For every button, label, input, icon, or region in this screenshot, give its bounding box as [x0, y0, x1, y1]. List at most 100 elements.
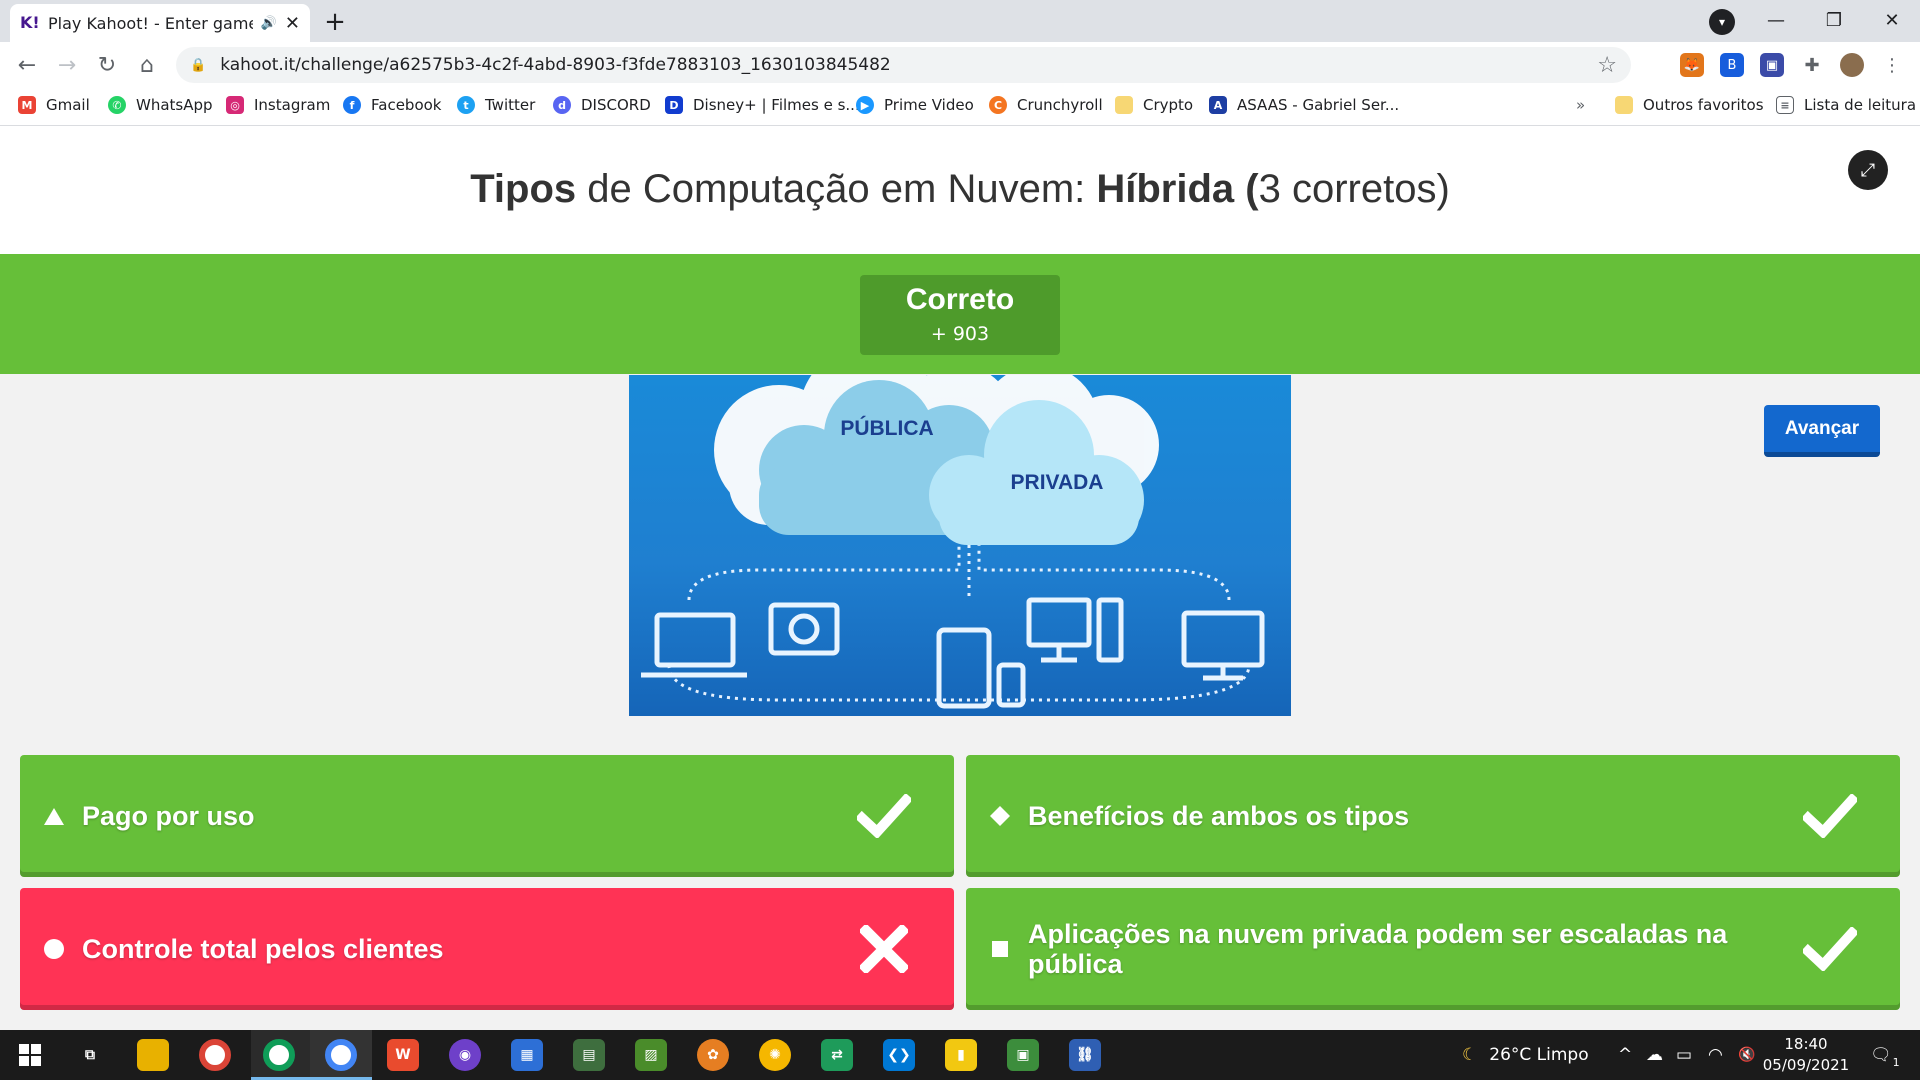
facebook-icon: f — [343, 96, 361, 114]
asaas-icon: A — [1209, 96, 1227, 114]
prime-video-icon: ▶ — [856, 96, 874, 114]
onedrive-icon[interactable]: ☁ — [1646, 1030, 1663, 1080]
folder-icon — [1115, 96, 1133, 114]
next-button[interactable]: Avançar — [1764, 405, 1880, 457]
answer-option-3[interactable]: Controle total pelos clientes — [20, 888, 954, 1010]
question-header: Tipos de Computação em Nuvem: Híbrida (3… — [0, 126, 1920, 254]
bookmark-instagram[interactable]: ◎ Instagram — [226, 96, 330, 114]
close-tab-icon[interactable]: ✕ — [285, 13, 300, 34]
bookmark-facebook[interactable]: f Facebook — [343, 96, 441, 114]
wifi-icon[interactable]: ◠ — [1708, 1030, 1723, 1080]
github-icon[interactable]: ◉ — [449, 1039, 481, 1071]
checkmark-icon — [854, 794, 914, 838]
menu-kebab-icon[interactable]: ⋮ — [1880, 53, 1904, 77]
address-bar[interactable]: 🔒 kahoot.it/challenge/a62575b3-4c2f-4abd… — [176, 47, 1631, 83]
winrar-icon[interactable]: W — [387, 1039, 419, 1071]
metamask-extension-icon[interactable]: 🦊 — [1680, 53, 1704, 77]
app-6-icon[interactable]: ⇄ — [821, 1039, 853, 1071]
reading-list-icon: ≡ — [1776, 96, 1794, 114]
weather-widget[interactable]: ☾ 26°C Limpo — [1462, 1030, 1589, 1080]
notifications-icon[interactable]: 🗨 1 — [1870, 1030, 1900, 1080]
forward-icon[interactable]: → — [52, 50, 82, 80]
bookmark-prime-video[interactable]: ▶ Prime Video — [856, 96, 974, 114]
app-4-icon[interactable]: ✿ — [697, 1039, 729, 1071]
close-window-button[interactable]: ✕ — [1864, 0, 1920, 40]
bookmarks-overflow-button[interactable]: » — [1576, 96, 1585, 114]
avatar[interactable] — [1840, 53, 1864, 77]
moon-icon: ☾ — [1462, 1045, 1478, 1065]
tab-strip: K! Play Kahoot! - Enter game PI 🔊 ✕ + ▾ … — [0, 0, 1920, 42]
app-2-icon[interactable]: ▤ — [573, 1039, 605, 1071]
cross-icon — [854, 925, 914, 973]
bookmark-crypto[interactable]: Crypto — [1115, 96, 1193, 114]
result-points: + 903 — [930, 323, 990, 345]
file-explorer-icon[interactable] — [137, 1039, 169, 1071]
back-icon[interactable]: ← — [12, 50, 42, 80]
crunchyroll-icon: C — [989, 96, 1007, 114]
cloud-computing-illustration: PÚBLICA PRIVADA — [641, 375, 1265, 709]
diamond-icon — [980, 805, 1020, 827]
speaker-icon[interactable]: 🔊 — [261, 16, 277, 31]
answer-option-2[interactable]: Benefícios de ambos os tipos — [966, 755, 1900, 877]
bookmark-discord[interactable]: d DISCORD — [553, 96, 651, 114]
result-bar: Correto + 903 — [0, 254, 1920, 374]
bookmark-gmail[interactable]: M Gmail — [18, 96, 90, 114]
windows-start-icon[interactable] — [14, 1039, 46, 1071]
powerbi-icon[interactable]: ▮ — [945, 1039, 977, 1071]
whatsapp-icon: ✆ — [108, 96, 126, 114]
other-bookmarks-folder[interactable]: Outros favoritos — [1615, 96, 1764, 114]
app-3-icon[interactable]: ▨ — [635, 1039, 667, 1071]
bookmark-disney[interactable]: D Disney+ | Filmes e s... — [665, 96, 860, 114]
volume-muted-icon[interactable]: 🔇 — [1738, 1030, 1755, 1080]
answer-text: Pago por uso — [82, 801, 255, 831]
bookmark-crunchyroll[interactable]: C Crunchyroll — [989, 96, 1103, 114]
bookmarks-bar: M Gmail ✆ WhatsApp ◎ Instagram f Facebook tT… — [0, 88, 1920, 126]
bitwarden-extension-icon[interactable]: B — [1720, 53, 1744, 77]
url-text: kahoot.it/challenge/a62575b3-4c2f-4abd-8… — [220, 55, 891, 75]
show-hidden-icons-icon[interactable]: ^ — [1618, 1030, 1632, 1080]
bookmark-star-icon[interactable]: ☆ — [1597, 53, 1617, 78]
chrome-profile-icon[interactable] — [263, 1039, 295, 1071]
task-view-icon[interactable]: ⧉ — [74, 1039, 106, 1071]
twitter-icon: t — [457, 96, 475, 114]
app-5-icon[interactable]: ✺ — [759, 1039, 791, 1071]
circle-icon — [34, 938, 74, 960]
app-icon[interactable]: ▦ — [511, 1039, 543, 1071]
extension-icon[interactable]: ▣ — [1760, 53, 1784, 77]
answer-text: Benefícios de ambos os tipos — [1028, 801, 1410, 831]
system-clock[interactable]: 18:40 05/09/2021 — [1758, 1034, 1854, 1076]
battery-icon[interactable]: ▭ — [1676, 1030, 1692, 1080]
answer-option-4[interactable]: Aplicações na nuvem privada podem ser es… — [966, 888, 1900, 1010]
discord-icon: d — [553, 96, 571, 114]
notification-count: 1 — [1892, 1056, 1900, 1069]
result-badge: Correto + 903 — [860, 275, 1060, 355]
fullscreen-icon[interactable]: ⤢ — [1848, 150, 1888, 190]
chrome-icon[interactable] — [199, 1039, 231, 1071]
question-title: Tipos de Computação em Nuvem: Híbrida (3… — [470, 166, 1450, 211]
extensions-puzzle-icon[interactable]: ✚ — [1800, 53, 1824, 77]
reload-icon[interactable]: ↻ — [92, 50, 122, 80]
home-icon[interactable]: ⌂ — [132, 50, 162, 80]
lock-icon[interactable]: 🔒 — [190, 58, 206, 73]
new-tab-button[interactable]: + — [318, 5, 352, 39]
app-7-icon[interactable]: ▣ — [1007, 1039, 1039, 1071]
tab-search-icon[interactable]: ▾ — [1709, 9, 1735, 35]
chrome-profile-2-icon[interactable] — [325, 1039, 357, 1071]
network-app-icon[interactable]: ⛓ — [1069, 1039, 1101, 1071]
minimize-button[interactable]: — — [1748, 0, 1804, 40]
bookmark-twitter[interactable]: t Twitter — [457, 96, 535, 114]
browser-tab-kahoot[interactable]: K! Play Kahoot! - Enter game PI 🔊 ✕ — [10, 4, 310, 42]
answer-text: Aplicações na nuvem privada podem ser es… — [1028, 919, 1728, 979]
answer-option-1[interactable]: Pago por uso — [20, 755, 954, 877]
windows-taskbar: ⧉ W ◉ ▦ ▤ ▨ ✿ ✺ ⇄ ❮❯ ▮ ▣ ⛓ ☾ 26°C Limpo … — [0, 1030, 1920, 1080]
bookmark-whatsapp[interactable]: ✆ WhatsApp — [108, 96, 213, 114]
restore-button[interactable]: ❐ — [1806, 0, 1862, 40]
instagram-icon: ◎ — [226, 96, 244, 114]
bookmark-asaas[interactable]: A ASAAS - Gabriel Ser... — [1209, 96, 1399, 114]
folder-icon — [1615, 96, 1633, 114]
result-label: Correto — [905, 283, 1015, 316]
public-cloud-label: PÚBLICA — [840, 416, 933, 440]
reading-list-button[interactable]: ≡ Lista de leitura — [1776, 96, 1916, 114]
vscode-icon[interactable]: ❮❯ — [883, 1039, 915, 1071]
weather-text: 26°C Limpo — [1489, 1045, 1589, 1065]
